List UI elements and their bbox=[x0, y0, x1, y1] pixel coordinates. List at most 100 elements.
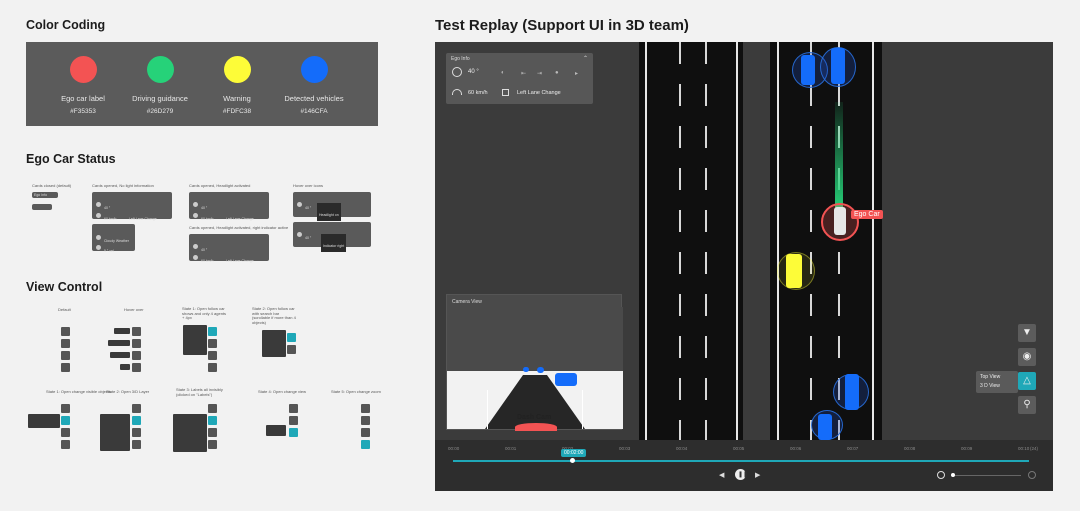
layer-panel bbox=[100, 414, 130, 451]
tooltip-text: Indicator right bbox=[323, 244, 345, 248]
horn-icon: ▸ bbox=[575, 71, 579, 77]
zoom-button[interactable]: ⚲ bbox=[1018, 396, 1036, 414]
view-button[interactable] bbox=[132, 351, 141, 360]
timeline-ticks: 00:00 00:01 00:02 00:03 00:04 00:05 00:0… bbox=[448, 446, 1038, 454]
ego-card-collapsed-small[interactable] bbox=[32, 204, 52, 210]
eye-button[interactable] bbox=[287, 345, 296, 354]
follow-button[interactable] bbox=[61, 404, 70, 413]
zoom-button[interactable] bbox=[361, 440, 370, 449]
eye-button[interactable] bbox=[208, 339, 217, 348]
lane-divider bbox=[810, 42, 812, 440]
swatch-warning bbox=[224, 56, 251, 83]
time-tick: 00:06 bbox=[790, 446, 802, 451]
hover-tag bbox=[114, 328, 130, 334]
follow-button[interactable] bbox=[289, 404, 298, 413]
view-options-panel: Top View 3 D View bbox=[976, 371, 1018, 393]
caption-state1b: State 1: Open change visible objects bbox=[46, 389, 111, 394]
follow-button[interactable] bbox=[132, 327, 141, 336]
tooltip-text: Headlight on bbox=[319, 213, 339, 217]
view-button[interactable] bbox=[61, 351, 70, 360]
speed-slider-knob[interactable] bbox=[951, 473, 955, 477]
rewind-icon[interactable]: ◀ bbox=[719, 471, 724, 479]
loop-icon[interactable] bbox=[1028, 471, 1036, 479]
collapse-icon[interactable]: ⌃ bbox=[583, 55, 588, 62]
view-button[interactable] bbox=[132, 428, 141, 437]
zoom-button[interactable] bbox=[132, 440, 141, 449]
detected-vehicle bbox=[818, 414, 832, 440]
speed-slider-track[interactable] bbox=[951, 475, 1021, 476]
speed-text: 40 ° bbox=[468, 69, 479, 75]
eye-button[interactable] bbox=[61, 416, 70, 425]
follow-button[interactable] bbox=[132, 404, 141, 413]
eye-button[interactable] bbox=[208, 416, 217, 425]
ego-car bbox=[834, 207, 846, 235]
hover-tag bbox=[110, 352, 130, 358]
camera-view-panel[interactable]: Camera View Dash Cam bbox=[446, 294, 623, 431]
time-tick: 00:09 bbox=[961, 446, 973, 451]
eye-button[interactable] bbox=[289, 416, 298, 425]
tooltip: Indicator right bbox=[321, 234, 347, 252]
speed-unit: 60 km/h bbox=[201, 259, 214, 263]
time-tick: 00:08 bbox=[904, 446, 916, 451]
time-tick: 00:00 bbox=[448, 446, 460, 451]
lane-divider bbox=[705, 42, 707, 440]
zoom-button[interactable] bbox=[132, 363, 141, 372]
follow-button[interactable] bbox=[208, 327, 217, 336]
replay-viewport[interactable]: Ego Car Ego Info ⌃ 40 ° ◐ ⇤ ⇥ ● ▸ 60 km/… bbox=[435, 42, 1053, 491]
caption-state4: State 4: Open change view bbox=[258, 389, 307, 394]
zoom-button[interactable] bbox=[208, 440, 217, 449]
follow-button[interactable] bbox=[361, 404, 370, 413]
view-button[interactable] bbox=[61, 428, 70, 437]
timeline-knob[interactable] bbox=[570, 458, 575, 463]
forward-icon[interactable]: ▶ bbox=[755, 471, 760, 479]
caption-hover: Hover over icons bbox=[293, 183, 324, 188]
speed-clock-icon[interactable] bbox=[937, 471, 945, 479]
eye-button[interactable] bbox=[61, 339, 70, 348]
labels-panel bbox=[173, 414, 207, 452]
zoom-button[interactable] bbox=[61, 363, 70, 372]
eye-button[interactable] bbox=[132, 416, 141, 425]
change-view-button[interactable]: △ bbox=[1018, 372, 1036, 390]
ego-card-collapsed[interactable]: Ego Info bbox=[32, 192, 58, 198]
zoom-button[interactable] bbox=[208, 363, 217, 372]
view-button[interactable] bbox=[208, 428, 217, 437]
end-marker: (24) bbox=[1030, 446, 1039, 451]
timeline-bar[interactable]: 00:00 00:01 00:02 00:03 00:04 00:05 00:0… bbox=[435, 440, 1053, 491]
visible-objects-button[interactable]: ◉ bbox=[1018, 348, 1036, 366]
camera-vehicle bbox=[555, 373, 577, 386]
view-button[interactable] bbox=[289, 428, 298, 437]
zoom-button[interactable] bbox=[61, 440, 70, 449]
follow-button[interactable] bbox=[61, 327, 70, 336]
ego-card-opened: 40 ° 60 km/h Left Lane Change bbox=[92, 192, 172, 221]
caption-state2: State 2: Open follow car with search bar… bbox=[252, 306, 296, 325]
ego-card-hover-1: 40 ° Headlight on bbox=[293, 192, 371, 221]
eye-button[interactable] bbox=[132, 339, 141, 348]
view-button[interactable] bbox=[361, 428, 370, 437]
speed-unit: 60 km/h bbox=[104, 217, 117, 221]
time-tick: 00:10 bbox=[1018, 446, 1030, 451]
follow-button[interactable] bbox=[287, 333, 296, 342]
hover-tag bbox=[108, 340, 130, 346]
ego-hood bbox=[515, 423, 557, 431]
follow-car-button[interactable]: ▼ bbox=[1018, 324, 1036, 342]
headlight-icon: ◐ bbox=[501, 70, 505, 76]
caption-default: Default bbox=[58, 307, 71, 312]
timeline-track[interactable] bbox=[453, 460, 1029, 462]
ego-info-panel: Ego Info ⌃ 40 ° ◐ ⇤ ⇥ ● ▸ 60 km/h Left L… bbox=[446, 53, 593, 104]
lane-text: Left Lane Change bbox=[128, 217, 157, 221]
indicator-right-icon: ⇥ bbox=[537, 71, 543, 77]
view-option-top[interactable]: Top View bbox=[980, 374, 1000, 380]
lane-edge bbox=[872, 42, 874, 440]
time-tick: 00:01 bbox=[505, 446, 517, 451]
swatch-guidance bbox=[147, 56, 174, 83]
camera-vehicle bbox=[537, 367, 544, 373]
follow-button[interactable] bbox=[208, 404, 217, 413]
change-view-panel bbox=[266, 425, 286, 436]
lane-text: Left Lane Change bbox=[225, 217, 254, 221]
eye-button[interactable] bbox=[361, 416, 370, 425]
view-option-3d[interactable]: 3 D View bbox=[980, 383, 1000, 389]
caption-opened-no-light: Cards opened, No light information bbox=[92, 183, 154, 188]
indicator-left-icon: ⇤ bbox=[521, 71, 527, 77]
speed-text: 40 ° bbox=[305, 206, 312, 210]
view-button[interactable] bbox=[208, 351, 217, 360]
